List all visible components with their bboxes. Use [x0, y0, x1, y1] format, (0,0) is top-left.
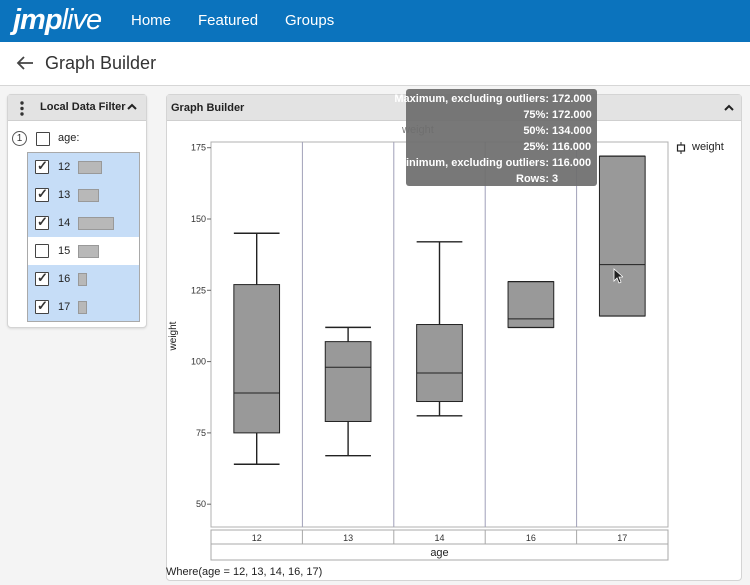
age-level-frequency-bar: [78, 245, 99, 258]
x-tick-label: 12: [252, 533, 262, 543]
age-level-list: ✓ 12 ✓ 13 ✓ 14 15 ✓ 16 ✓ 17: [27, 152, 140, 322]
y-axis-label: weight: [168, 321, 179, 351]
box-plot-chart[interactable]: 50 75 100 125 150 175 12 13 14 16 17 age: [180, 136, 675, 564]
checkmark-icon: ✓: [37, 270, 48, 285]
local-data-filter-panel: Local Data Filter 1 age: ✓ 12 ✓ 13 ✓ 14 15 ✓ 16 ✓…: [7, 94, 147, 328]
logo-live: live: [61, 4, 103, 36]
chevron-up-icon[interactable]: [126, 101, 138, 113]
tooltip-row: 50%: 134.000: [406, 124, 597, 140]
where-clause: Where(age = 12, 13, 14, 16, 17): [166, 566, 323, 578]
jmplive-logo[interactable]: jmplive: [13, 4, 103, 37]
logo-jmp: jmp: [13, 4, 63, 36]
box-plot-tooltip: Maximum, excluding outliers: 172.000 75%: 1…: [394, 89, 597, 188]
tooltip-value: 172.000: [552, 93, 592, 105]
y-tick-label: 50: [196, 499, 206, 509]
legend-label: weight: [692, 141, 724, 153]
x-tick-label: 14: [434, 533, 444, 543]
age-level-checkbox[interactable]: ✓: [35, 298, 49, 314]
tooltip-label: Rows:: [516, 173, 549, 185]
y-tick-label: 75: [196, 428, 206, 438]
tooltip-row: 25%: 116.000: [406, 140, 597, 156]
top-navigation-bar: jmplive Home Featured Groups: [0, 0, 750, 42]
tooltip-label: Maximum, excluding outliers:: [394, 93, 549, 105]
checkmark-icon: ✓: [37, 158, 48, 173]
filter-panel-header: Local Data Filter: [8, 95, 146, 121]
box-13[interactable]: [324, 341, 372, 422]
chevron-up-icon[interactable]: [723, 102, 735, 114]
age-level-row-17[interactable]: ✓ 17: [28, 293, 139, 321]
age-level-checkbox[interactable]: [35, 244, 49, 258]
box-12[interactable]: [233, 284, 281, 434]
nav-home-link[interactable]: Home: [131, 12, 171, 29]
age-level-row-16[interactable]: ✓ 16: [28, 265, 139, 293]
tooltip-label: 75%:: [523, 109, 549, 121]
age-level-label: 13: [58, 189, 71, 201]
tooltip-value: 172.000: [552, 109, 592, 121]
age-level-row-13[interactable]: ✓ 13: [28, 181, 139, 209]
tooltip-value: 134.000: [552, 125, 592, 137]
age-level-frequency-bar: [78, 301, 87, 314]
y-tick-label: 125: [191, 285, 206, 295]
tooltip-label: 25%:: [523, 141, 549, 153]
age-level-row-12[interactable]: ✓ 12: [28, 153, 139, 181]
age-level-checkbox[interactable]: ✓: [35, 186, 49, 202]
y-tick-label: 175: [191, 143, 206, 153]
age-level-frequency-bar: [78, 189, 99, 202]
age-level-label: 15: [58, 245, 71, 257]
nav-featured-link[interactable]: Featured: [198, 12, 258, 29]
age-column-checkbox[interactable]: [36, 132, 50, 146]
box-17[interactable]: [598, 155, 646, 317]
graph-builder-title: Graph Builder: [171, 102, 245, 114]
kebab-menu-icon[interactable]: [20, 101, 24, 116]
box-plot-legend-icon: [676, 142, 686, 154]
x-tick-label: 13: [343, 533, 353, 543]
tooltip-row: 75%: 172.000: [406, 108, 597, 124]
age-level-label: 17: [58, 301, 71, 313]
tooltip-value: 116.000: [552, 157, 592, 169]
box-14[interactable]: [416, 324, 463, 403]
nav-groups-link[interactable]: Groups: [285, 12, 334, 29]
age-column-label: age:: [58, 132, 80, 144]
x-tick-label: 16: [526, 533, 536, 543]
box-16[interactable]: [507, 281, 555, 328]
age-level-frequency-bar: [78, 273, 87, 286]
age-level-frequency-bar: [78, 161, 102, 174]
age-level-checkbox[interactable]: ✓: [35, 270, 49, 286]
page-title: Graph Builder: [45, 53, 157, 73]
age-level-frequency-bar: [78, 217, 114, 230]
y-tick-label: 150: [191, 214, 206, 224]
tooltip-value: 3: [552, 173, 559, 185]
x-axis-label[interactable]: age: [430, 547, 448, 559]
x-tick-label: 17: [617, 533, 627, 543]
age-level-label: 14: [58, 217, 71, 229]
checkmark-icon: ✓: [37, 186, 48, 201]
back-arrow-icon[interactable]: [16, 54, 34, 72]
age-level-checkbox[interactable]: ✓: [35, 214, 49, 230]
tooltip-row: Rows: 3: [406, 172, 597, 188]
page-header: Graph Builder: [0, 42, 750, 86]
y-tick-label: 100: [191, 357, 206, 367]
checkmark-icon: ✓: [37, 214, 48, 229]
tooltip-value: 116.000: [552, 141, 592, 153]
age-level-checkbox[interactable]: ✓: [35, 158, 49, 174]
tooltip-label: 50%:: [523, 125, 549, 137]
mouse-pointer-icon: [613, 268, 623, 284]
tooltip-label: Minimum, excluding outliers:: [396, 157, 549, 169]
filter-panel-title: Local Data Filter: [40, 101, 126, 113]
age-level-label: 16: [58, 273, 71, 285]
age-level-row-14[interactable]: ✓ 14: [28, 209, 139, 237]
tooltip-row: Minimum, excluding outliers: 116.000: [397, 156, 597, 172]
checkmark-icon: ✓: [37, 298, 48, 313]
age-level-row-15[interactable]: 15: [28, 237, 139, 265]
age-level-label: 12: [58, 161, 71, 173]
filter-index-badge: 1: [12, 131, 27, 146]
tooltip-row: Maximum, excluding outliers: 172.000: [394, 92, 597, 108]
